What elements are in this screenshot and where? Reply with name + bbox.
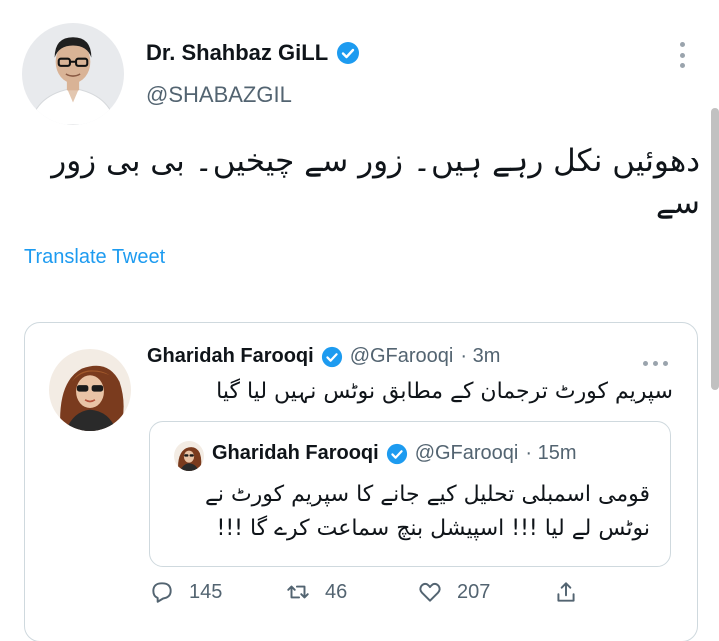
reply-button[interactable]: 145 xyxy=(149,579,222,605)
share-icon xyxy=(557,582,575,602)
more-dot xyxy=(679,42,685,47)
more-dot xyxy=(653,361,658,366)
retweet-button[interactable]: 46 xyxy=(285,579,347,605)
retweet-count: 46 xyxy=(325,580,348,603)
more-dot xyxy=(679,63,685,68)
more-dot xyxy=(643,361,648,366)
more-vertical-icon[interactable] xyxy=(670,38,694,72)
retweet-icon xyxy=(287,585,309,599)
quoted-author-handle[interactable]: @GFarooqi xyxy=(350,345,454,368)
quoted-author-avatar[interactable] xyxy=(49,349,131,431)
heart-icon xyxy=(419,582,441,602)
nested-quote-card[interactable]: Gharidah Farooqi @GFarooqi · 15m قومی اس… xyxy=(149,421,671,567)
verified-badge-icon xyxy=(336,41,360,65)
nested-timestamp[interactable]: · 15m xyxy=(525,442,576,465)
nested-author-avatar[interactable] xyxy=(174,441,204,471)
translate-tweet-link[interactable]: Translate Tweet xyxy=(24,246,165,269)
author-handle[interactable]: @SHABAZGIL xyxy=(146,82,292,108)
author-name-row[interactable]: Dr. Shahbaz GiLL xyxy=(146,40,360,66)
verified-badge-icon xyxy=(321,346,343,368)
nested-tweet-text: قومی اسمبلی تحلیل کیے جانے کا سپریم کورٹ… xyxy=(204,482,650,541)
action-bar: 145 46 207 xyxy=(25,579,699,619)
nested-author-name[interactable]: Gharidah Farooqi xyxy=(212,442,379,465)
quoted-tweet-card[interactable]: Gharidah Farooqi @GFarooqi · 3m سپریم کو… xyxy=(24,322,698,641)
tweet-card: Dr. Shahbaz GiLL @SHABAZGIL دھوئیں نکل ر… xyxy=(0,0,719,641)
quoted-tweet-text: سپریم کورٹ ترجمان کے مطابق نوٹس نہیں لیا… xyxy=(216,379,673,404)
more-horizontal-icon[interactable] xyxy=(643,361,668,366)
scrollbar-thumb[interactable] xyxy=(711,108,719,390)
quoted-author-name[interactable]: Gharidah Farooqi xyxy=(147,345,314,368)
reply-count: 145 xyxy=(189,580,223,603)
author-display-name[interactable]: Dr. Shahbaz GiLL xyxy=(146,40,328,66)
quoted-timestamp[interactable]: · 3m xyxy=(460,345,500,368)
nested-author-handle[interactable]: @GFarooqi xyxy=(415,442,519,465)
verified-badge-icon xyxy=(386,443,408,465)
quoted-author-row[interactable]: Gharidah Farooqi @GFarooqi · 3m xyxy=(147,345,500,368)
reply-icon xyxy=(152,582,172,603)
author-avatar[interactable] xyxy=(22,23,124,125)
share-button[interactable] xyxy=(553,579,579,605)
like-count: 207 xyxy=(457,580,491,603)
nested-author-row[interactable]: Gharidah Farooqi @GFarooqi · 15m xyxy=(212,442,576,465)
more-dot xyxy=(679,52,685,58)
like-button[interactable]: 207 xyxy=(417,579,490,605)
more-dot xyxy=(663,361,668,366)
tweet-text: دھوئیں نکل رہے ہیں۔ زور سے چیخیں۔ بی بی … xyxy=(51,143,700,221)
